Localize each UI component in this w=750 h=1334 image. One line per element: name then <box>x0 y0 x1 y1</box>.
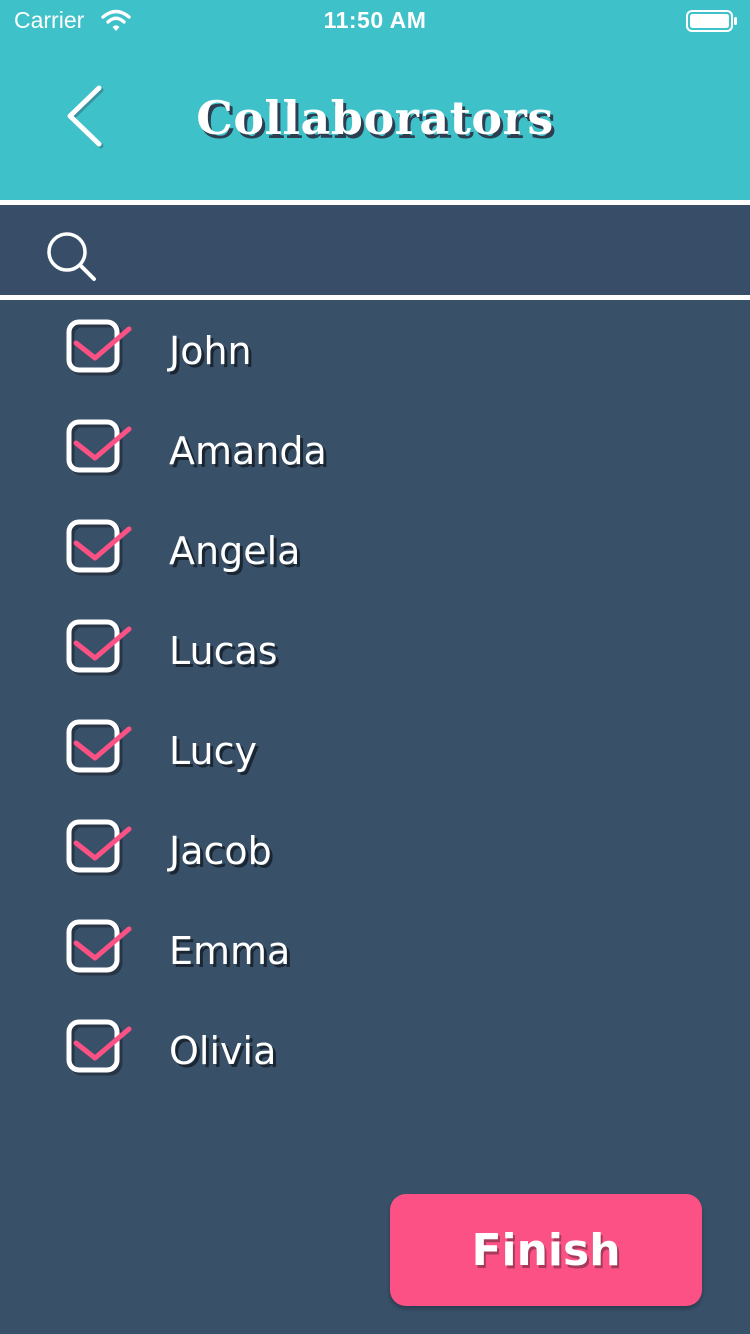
status-time: 11:50 AM <box>323 7 427 33</box>
collaborator-name: John <box>169 329 252 373</box>
collaborator-name: Olivia <box>169 1029 277 1073</box>
collaborator-name: Emma <box>169 929 291 973</box>
collaborator-name: Lucy <box>169 729 257 773</box>
list-item[interactable]: Amanda <box>0 400 750 500</box>
list-item[interactable]: Emma <box>0 900 750 1000</box>
battery-icon <box>686 10 737 32</box>
finish-button[interactable]: Finish <box>390 1194 702 1306</box>
search-icon <box>47 232 96 281</box>
checkbox-checked-icon[interactable] <box>65 917 139 983</box>
checkbox-checked-icon[interactable] <box>65 817 139 883</box>
checkbox-checked-icon[interactable] <box>65 1017 139 1083</box>
checkbox-checked-icon[interactable] <box>65 417 139 483</box>
page-title: Collaborators <box>196 91 554 145</box>
collaborator-name: Jacob <box>169 829 272 873</box>
checkbox-checked-icon[interactable] <box>65 517 139 583</box>
collaborator-name: Amanda <box>169 429 327 473</box>
collaborator-name: Lucas <box>169 629 278 673</box>
search-bar <box>0 200 750 300</box>
list-item[interactable]: Jacob <box>0 800 750 900</box>
search-input[interactable] <box>115 221 719 283</box>
checkbox-checked-icon[interactable] <box>65 617 139 683</box>
list-item[interactable]: Angela <box>0 500 750 600</box>
list-item[interactable]: Olivia <box>0 1000 750 1100</box>
status-bar: Carrier 11:50 AM <box>0 0 750 40</box>
checkbox-checked-icon[interactable] <box>65 717 139 783</box>
list-item[interactable]: Lucas <box>0 600 750 700</box>
list-item[interactable]: John <box>0 300 750 400</box>
collaborator-list: John Amanda Angela Lucas Lucy Jacob Emma… <box>0 300 750 1100</box>
checkbox-checked-icon[interactable] <box>65 317 139 383</box>
app-header: Carrier 11:50 AM Collaborators <box>0 0 750 200</box>
collaborator-name: Angela <box>169 529 301 573</box>
list-item[interactable]: Lucy <box>0 700 750 800</box>
